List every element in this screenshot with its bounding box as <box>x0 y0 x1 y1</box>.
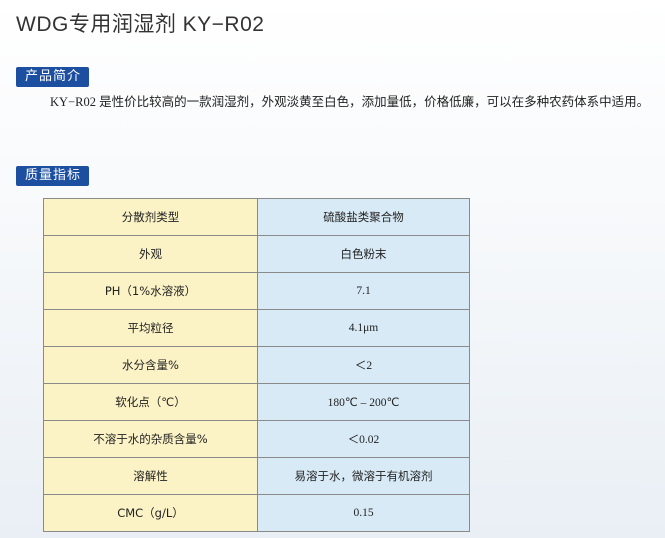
spec-key-cell: 溶解性 <box>43 457 258 495</box>
table-row: 平均粒径 4.1μm <box>43 309 470 347</box>
spec-value-cell: 易溶于水，微溶于有机溶剂 <box>257 457 470 495</box>
spec-value-cell: 硫酸盐类聚合物 <box>257 198 470 236</box>
spec-table: 分散剂类型 硫酸盐类聚合物 外观 白色粉末 PH（1%水溶液） 7.1 平均粒径… <box>43 198 470 532</box>
table-row: 软化点（℃） 180℃ – 200℃ <box>43 383 470 421</box>
table-row: 溶解性 易溶于水，微溶于有机溶剂 <box>43 457 470 495</box>
table-row: PH（1%水溶液） 7.1 <box>43 272 470 310</box>
spec-value-cell: 4.1μm <box>257 309 470 347</box>
table-row: CMC（g/L） 0.15 <box>43 494 470 532</box>
spec-key-cell: PH（1%水溶液） <box>43 272 258 310</box>
spec-key-cell: 水分含量% <box>43 346 258 384</box>
section-label-specs: 质量指标 <box>16 166 90 186</box>
spec-value-cell: 180℃ – 200℃ <box>257 383 470 421</box>
table-row: 水分含量% ＜2 <box>43 346 470 384</box>
table-row: 不溶于水的杂质含量% ＜0.02 <box>43 420 470 458</box>
spec-value-cell: ＜0.02 <box>257 420 470 458</box>
spec-value-cell: 7.1 <box>257 272 470 310</box>
page-title: WDG专用润湿剂 KY−R02 <box>16 13 265 36</box>
section-label-intro: 产品简介 <box>16 67 90 87</box>
intro-paragraph: KY−R02 是性价比较高的一款润湿剂，外观淡黄至白色，添加量低，价格低廉，可以… <box>50 95 650 109</box>
spec-key-cell: 软化点（℃） <box>43 383 258 421</box>
spec-key-cell: 分散剂类型 <box>43 198 258 236</box>
spec-value-cell: ＜2 <box>257 346 470 384</box>
spec-key-cell: 不溶于水的杂质含量% <box>43 420 258 458</box>
table-row: 外观 白色粉末 <box>43 235 470 273</box>
spec-value-cell: 0.15 <box>257 494 470 532</box>
spec-value-cell: 白色粉末 <box>257 235 470 273</box>
spec-key-cell: CMC（g/L） <box>43 494 258 532</box>
spec-key-cell: 外观 <box>43 235 258 273</box>
spec-key-cell: 平均粒径 <box>43 309 258 347</box>
table-row: 分散剂类型 硫酸盐类聚合物 <box>43 198 470 236</box>
